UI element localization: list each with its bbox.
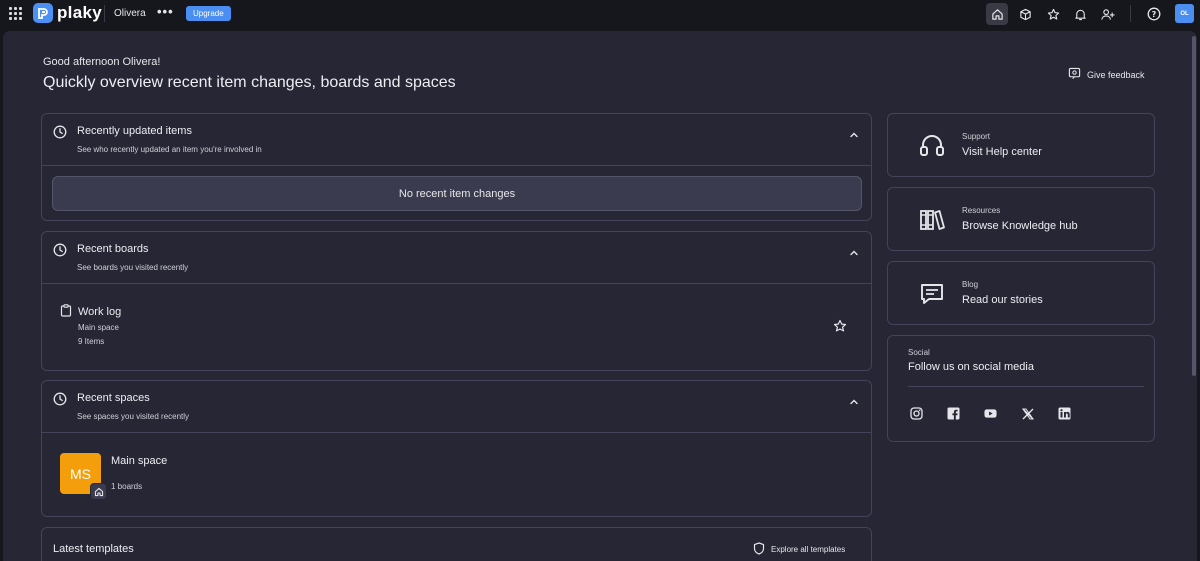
- clock-icon: [53, 125, 67, 144]
- recent-spaces-title: Recent spaces: [77, 392, 150, 404]
- space-name: Main space: [111, 455, 168, 467]
- support-text: Visit Help center: [962, 146, 1042, 158]
- bell-icon[interactable]: [1069, 3, 1091, 25]
- home-icon: [90, 483, 107, 500]
- plaky-logo-icon: [33, 3, 53, 23]
- chevron-up-icon[interactable]: [849, 127, 859, 145]
- social-text: Follow us on social media: [908, 361, 1034, 373]
- recent-items-subtitle: See who recently updated an item you're …: [77, 145, 262, 154]
- recent-items-title: Recently updated items: [77, 125, 192, 137]
- divider: [908, 386, 1144, 387]
- user-avatar[interactable]: OL: [1175, 4, 1194, 23]
- blog-card[interactable]: Blog Read our stories: [887, 261, 1155, 325]
- facebook-icon[interactable]: [947, 407, 960, 420]
- social-links: [910, 407, 1071, 420]
- x-icon[interactable]: [1021, 407, 1034, 420]
- explore-templates-label: Explore all templates: [771, 545, 846, 554]
- templates-card: Latest templates Explore all templates: [41, 527, 872, 561]
- resources-card[interactable]: Resources Browse Knowledge hub: [887, 187, 1155, 251]
- board-space: Main space: [78, 323, 119, 332]
- add-user-icon[interactable]: [1097, 3, 1119, 25]
- cube-icon[interactable]: [1014, 3, 1036, 25]
- support-card[interactable]: Support Visit Help center: [887, 113, 1155, 177]
- apps-grid-icon[interactable]: [9, 7, 22, 20]
- board-item[interactable]: Work log Main space 9 Items: [42, 284, 871, 370]
- recent-spaces-subtitle: See spaces you visited recently: [77, 412, 190, 421]
- social-card: Social Follow us on social media: [887, 335, 1155, 442]
- logo[interactable]: plaky: [33, 3, 102, 23]
- empty-state: No recent item changes: [52, 176, 862, 211]
- resources-text: Browse Knowledge hub: [962, 220, 1078, 232]
- star-icon[interactable]: [1042, 3, 1064, 25]
- youtube-icon[interactable]: [984, 407, 997, 420]
- clipboard-icon: [60, 304, 72, 322]
- linkedin-icon[interactable]: [1058, 407, 1071, 420]
- board-name: Work log: [78, 306, 122, 318]
- clock-icon: [53, 243, 67, 262]
- space-board-count: 1 boards: [111, 482, 143, 491]
- logo-text: plaky: [57, 3, 102, 22]
- workspace-name[interactable]: Olivera: [114, 8, 146, 19]
- recent-items-header[interactable]: Recently updated items See who recently …: [42, 114, 871, 166]
- recent-boards-card: Recent boards See boards you visited rec…: [41, 231, 872, 371]
- shield-icon: [753, 542, 765, 557]
- divider: [104, 5, 105, 22]
- recent-boards-header[interactable]: Recent boards See boards you visited rec…: [42, 232, 871, 284]
- space-item[interactable]: MS Main space 1 boards: [42, 433, 871, 516]
- page-title: Quickly overview recent item changes, bo…: [43, 74, 456, 91]
- blog-text: Read our stories: [962, 294, 1043, 306]
- feedback-icon: [1068, 67, 1081, 82]
- board-item-count: 9 Items: [78, 337, 105, 346]
- give-feedback-label: Give feedback: [1087, 69, 1145, 80]
- more-options-icon[interactable]: •••: [157, 4, 174, 19]
- chat-icon: [918, 280, 946, 313]
- social-label: Social: [908, 348, 930, 357]
- headphones-icon: [918, 132, 946, 165]
- help-icon[interactable]: ?: [1143, 3, 1165, 25]
- chevron-up-icon[interactable]: [849, 394, 859, 412]
- divider: [1130, 5, 1131, 22]
- top-bar: plaky Olivera ••• Upgrade ? OL: [0, 0, 1200, 28]
- chevron-up-icon[interactable]: [849, 245, 859, 263]
- recent-boards-subtitle: See boards you visited recently: [77, 263, 189, 272]
- home-icon[interactable]: [986, 3, 1008, 25]
- greeting: Good afternoon Olivera!: [43, 56, 161, 68]
- recent-boards-title: Recent boards: [77, 243, 149, 255]
- blog-label: Blog: [962, 280, 979, 289]
- explore-templates-link[interactable]: Explore all templates: [753, 542, 845, 557]
- svg-text:?: ?: [1152, 10, 1157, 19]
- recent-spaces-card: Recent spaces See spaces you visited rec…: [41, 380, 872, 517]
- recent-items-card: Recently updated items See who recently …: [41, 113, 872, 221]
- templates-title: Latest templates: [53, 543, 134, 555]
- resources-label: Resources: [962, 206, 1001, 215]
- upgrade-button[interactable]: Upgrade: [186, 6, 231, 21]
- star-icon[interactable]: [833, 319, 847, 338]
- instagram-icon[interactable]: [910, 407, 923, 420]
- books-icon: [918, 206, 946, 239]
- support-label: Support: [962, 132, 991, 141]
- clock-icon: [53, 392, 67, 411]
- scrollbar[interactable]: [1192, 36, 1196, 376]
- give-feedback-button[interactable]: Give feedback: [1068, 67, 1145, 82]
- recent-spaces-header[interactable]: Recent spaces See spaces you visited rec…: [42, 381, 871, 433]
